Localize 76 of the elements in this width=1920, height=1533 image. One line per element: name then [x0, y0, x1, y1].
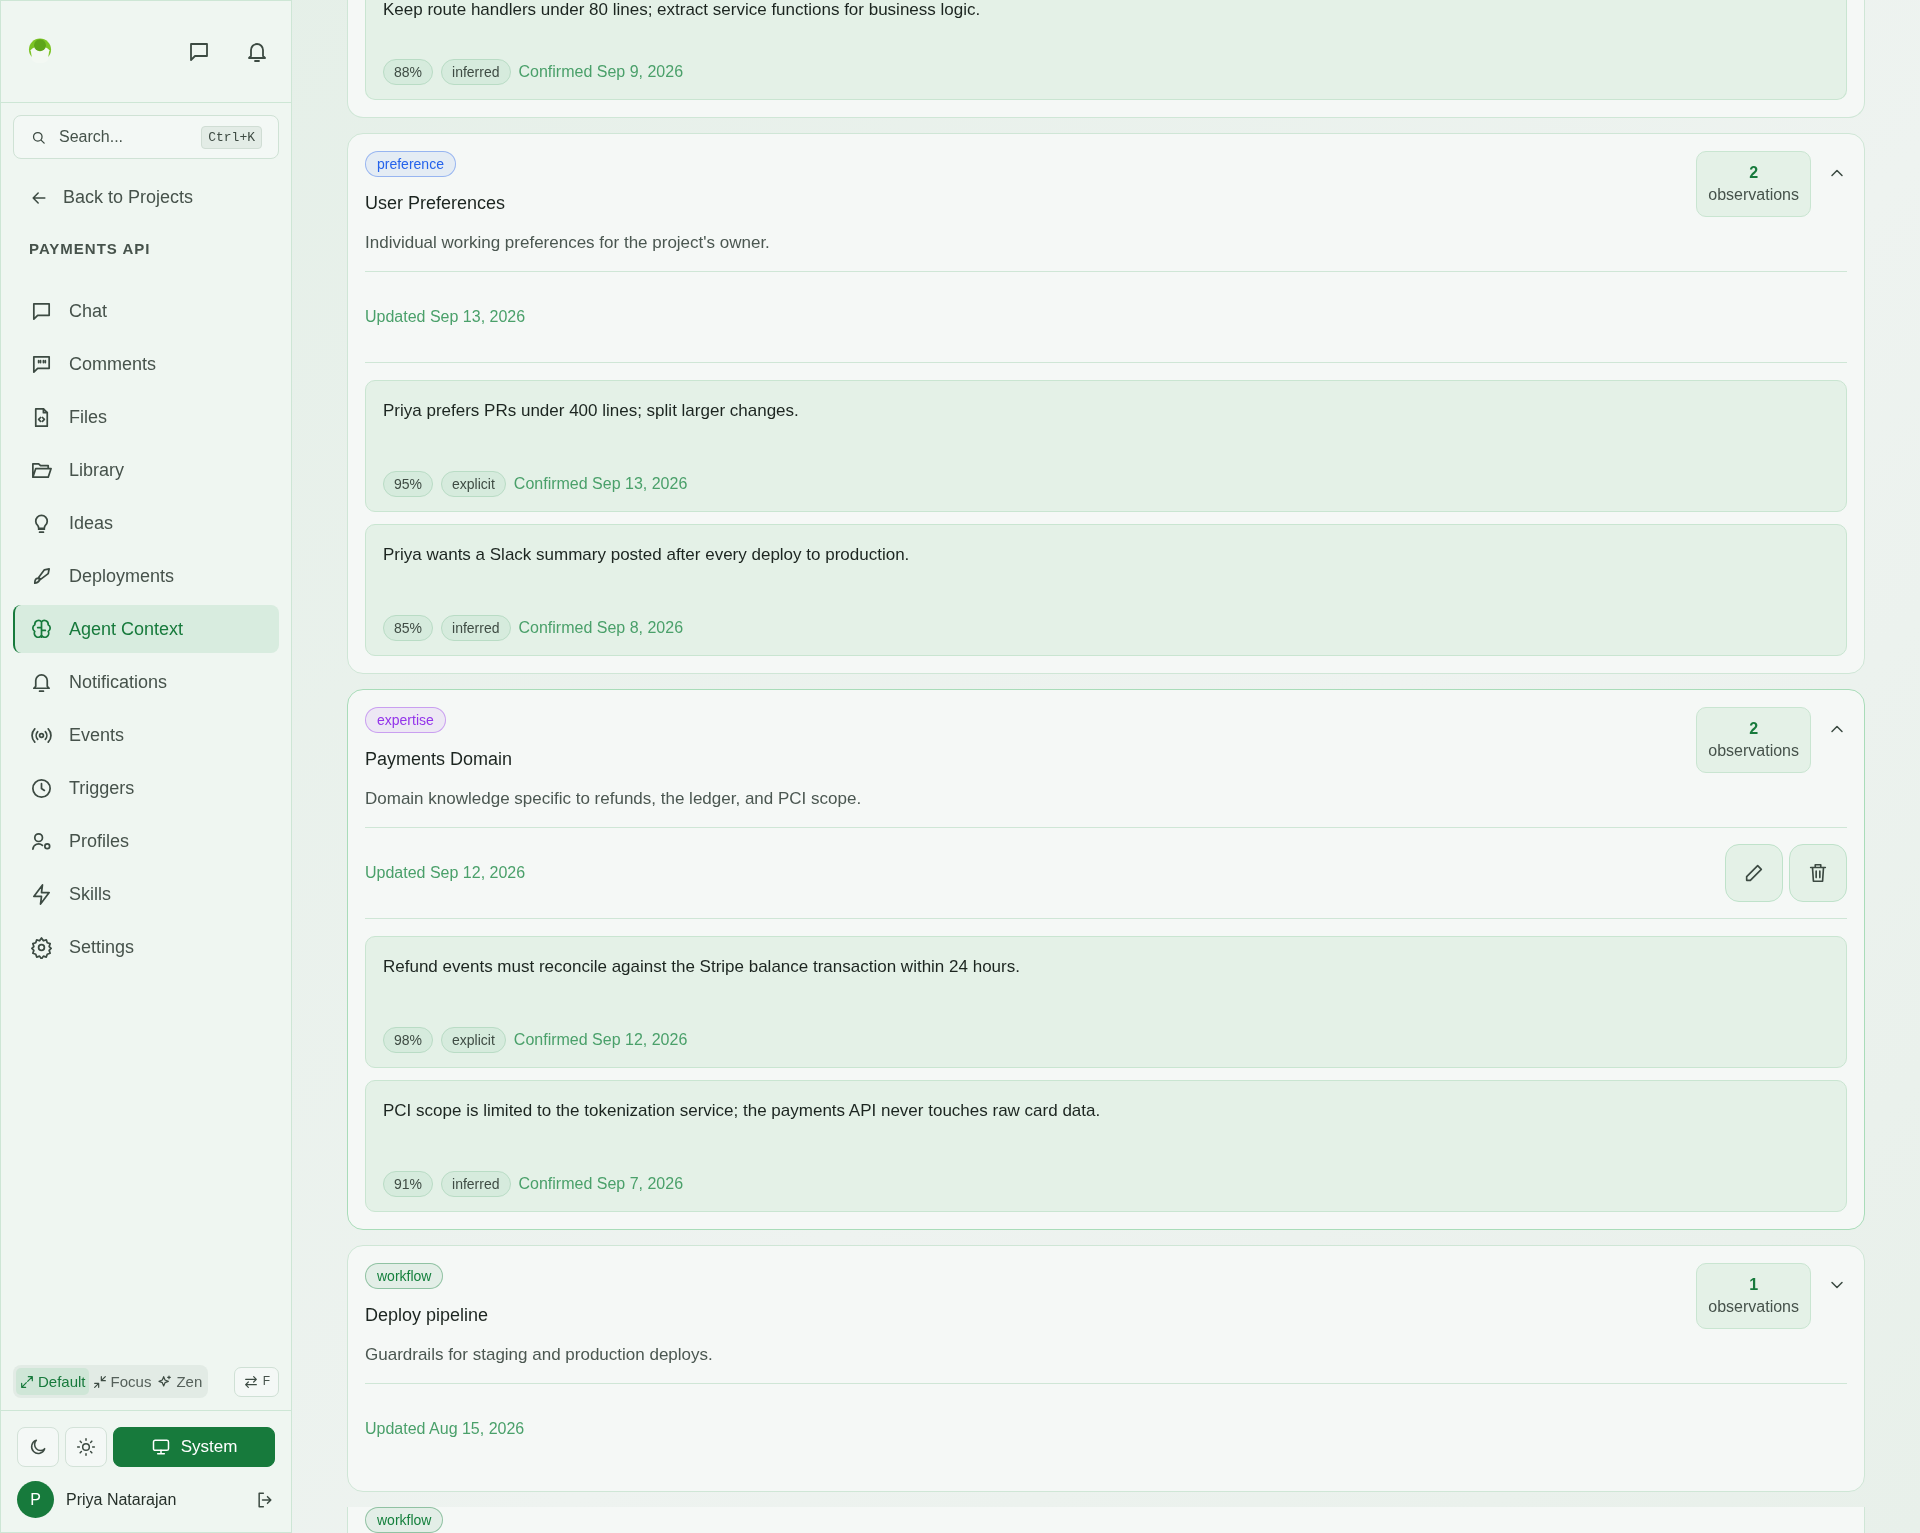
group-description: Individual working preferences for the project's owner.	[365, 233, 770, 253]
updated-date: Updated Sep 12, 2026	[365, 864, 526, 882]
search-field[interactable]: Search... Ctrl+K	[13, 115, 279, 159]
shrink-arrows-icon	[91, 1373, 108, 1390]
project-title: PAYMENTS API	[29, 240, 152, 257]
group-description: Domain knowledge specific to refunds, the ledger, and PCI scope.	[365, 789, 862, 809]
updated-date: Updated Sep 13, 2026	[365, 308, 526, 326]
monitor-icon	[150, 1437, 171, 1457]
shortcut-key: Ctrl+K	[201, 125, 262, 149]
light-mode-button[interactable]	[65, 1427, 107, 1467]
nav-item[interactable]: Events	[13, 711, 279, 759]
confirmed-date: Confirmed Sep 8, 2026	[518, 619, 684, 637]
user-name: Priya Natarajan	[66, 1490, 178, 1509]
confidence-badge: 91%	[383, 1171, 434, 1197]
layout-mode-tab[interactable]: Default	[16, 1368, 89, 1395]
nav-item[interactable]: Comments	[13, 340, 279, 388]
nav-item[interactable]: Files	[13, 393, 279, 441]
clock-icon	[30, 776, 53, 800]
settings-icon	[30, 935, 53, 959]
nav-item[interactable]: Chat	[13, 287, 279, 335]
confirmed-date: Confirmed Sep 7, 2026	[518, 1175, 684, 1193]
source-badge: inferred	[441, 615, 511, 641]
sun-icon	[76, 1437, 96, 1457]
nav-item[interactable]: Notifications	[13, 658, 279, 706]
confidence-badge: 98%	[383, 1027, 434, 1053]
group-title: User Preferences	[365, 193, 507, 214]
confidence-badge: 95%	[383, 471, 434, 497]
lightning-icon	[30, 882, 53, 906]
group-title: Payments Domain	[365, 749, 514, 770]
nav-item[interactable]: Triggers	[13, 764, 279, 812]
source-badge: inferred	[441, 59, 511, 85]
group-title: Deploy pipeline	[365, 1305, 490, 1326]
nav-item[interactable]: Profiles	[13, 817, 279, 865]
confirmed-date: Confirmed Sep 13, 2026	[513, 475, 688, 493]
nav-item[interactable]: Agent Context	[13, 605, 279, 653]
pencil-icon	[1743, 862, 1765, 884]
delete-button[interactable]	[1789, 844, 1847, 902]
nav-item[interactable]: Ideas	[13, 499, 279, 547]
layout-mode-tab[interactable]: Zen	[154, 1368, 206, 1395]
nav-item[interactable]: Skills	[13, 870, 279, 918]
confirmed-date: Confirmed Sep 12, 2026	[513, 1031, 688, 1049]
nav-item[interactable]: Deployments	[13, 552, 279, 600]
source-badge: inferred	[441, 1171, 511, 1197]
back-link[interactable]: Back to Projects	[29, 187, 279, 208]
trash-icon	[1807, 862, 1829, 884]
nav-item[interactable]: Library	[13, 446, 279, 494]
observation-text: Refund events must reconcile against the Stripe balance transaction within 24 hours.	[383, 957, 1021, 977]
source-badge: explicit	[441, 1027, 506, 1053]
observation-text: Priya wants a Slack summary posted after every deploy to production.	[383, 545, 911, 565]
nav-item[interactable]: Settings	[13, 923, 279, 971]
dark-mode-button[interactable]	[17, 1427, 59, 1467]
observation-text: PCI scope is limited to the tokenization service; the payments API never touches raw card data.	[383, 1101, 1102, 1121]
swap-button[interactable]: F	[233, 1366, 279, 1397]
observation-text: Keep route handlers under 80 lines; extract service functions for business logic.	[383, 0, 982, 20]
observation-count: 2 observations	[1696, 151, 1811, 217]
layout-mode-tab[interactable]: Focus	[88, 1368, 155, 1395]
source-badge: explicit	[441, 471, 506, 497]
observation-count: 1 observations	[1696, 1263, 1811, 1329]
swap-arrows-icon	[242, 1373, 259, 1390]
system-theme-button[interactable]: System	[113, 1427, 275, 1467]
confidence-badge: 85%	[383, 615, 434, 641]
category-tag: preference	[365, 151, 456, 177]
category-tag: expertise	[365, 707, 446, 733]
confirmed-date: Confirmed Sep 9, 2026	[518, 63, 684, 81]
user-avatar[interactable]: P	[17, 1481, 54, 1518]
category-tag: workflow	[365, 1263, 444, 1289]
brain-icon	[30, 617, 53, 641]
confidence-badge: 88%	[383, 59, 434, 85]
observation-count: 2 observations	[1696, 707, 1811, 773]
sparkle-icon	[157, 1373, 174, 1390]
moon-icon	[28, 1437, 48, 1457]
expand-arrows-icon	[19, 1373, 35, 1390]
updated-date: Updated Aug 15, 2026	[365, 1420, 525, 1438]
category-tag: workflow	[365, 1507, 444, 1533]
observation-text: Priya prefers PRs under 400 lines; split larger changes.	[383, 401, 800, 421]
group-description: Guardrails for staging and production deploys.	[365, 1345, 713, 1365]
